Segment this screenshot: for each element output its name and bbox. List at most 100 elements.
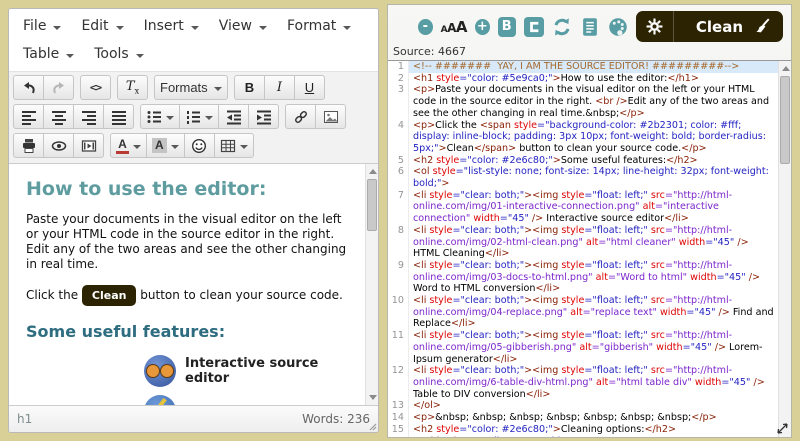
clear-formatting-button[interactable]: Tx	[117, 75, 148, 100]
code-text[interactable]: <!-- ####### YAY, I AM THE SOURCE EDITOR…	[409, 61, 791, 73]
media-icon	[81, 139, 96, 152]
element-path: h1	[17, 412, 33, 426]
scroll-down-arrow-icon[interactable]	[366, 391, 378, 404]
toolbar-row-3: A A	[12, 131, 375, 160]
line-number: 8	[388, 224, 409, 260]
clean-pill: Clean	[81, 285, 137, 306]
undo-button[interactable]	[13, 75, 44, 100]
clean-icon	[144, 395, 176, 405]
source-scrollbar-thumb[interactable]	[780, 76, 790, 164]
code-text[interactable]: <ol style="list-style: none; font-size: …	[409, 166, 791, 189]
clean-settings[interactable]	[636, 11, 674, 42]
code-line: 6 <ol style="list-style: none; font-size:…	[388, 166, 791, 190]
italic-button[interactable]: I	[264, 75, 295, 100]
code-text[interactable]: </ol>	[409, 400, 791, 412]
align-justify-button[interactable]	[103, 104, 134, 129]
preview-button[interactable]	[43, 133, 74, 158]
code-text[interactable]: <p>Paste your documents in the visual ed…	[409, 84, 791, 119]
background-color-button[interactable]: A	[146, 133, 185, 158]
palette-button[interactable]	[608, 17, 628, 37]
table-button[interactable]	[213, 133, 254, 158]
code-line: 5 <h2 style="color: #2e6c80;">Some useful…	[388, 154, 791, 167]
code-text[interactable]: <table class="editorDemoTable">	[409, 436, 791, 438]
redo-button[interactable]	[43, 75, 74, 100]
code-text[interactable]: <h2 style="color: #2e6c80;">Cleaning opt…	[409, 424, 791, 436]
line-number: 15	[388, 423, 409, 436]
list-item: HTML Cleaning	[144, 391, 352, 405]
source-code-area[interactable]: 1 <!-- ####### YAY, I AM THE SOURCE EDITO…	[388, 60, 791, 437]
media-button[interactable]	[73, 133, 104, 158]
increase-font-size-button[interactable]: +	[474, 18, 490, 35]
code-line: 14 <p>&nbsp; &nbsp; &nbsp; &nbsp; &nbsp; …	[388, 412, 791, 424]
bold-tags-button[interactable]: B	[497, 16, 516, 37]
menu-edit[interactable]: Edit	[71, 12, 133, 40]
code-text[interactable]: <li style="clear: both;"><img style="flo…	[409, 330, 791, 365]
formats-dropdown[interactable]: Formats	[154, 75, 228, 100]
link-button[interactable]	[285, 104, 316, 129]
code-text[interactable]: <li style="clear: both;"><img style="flo…	[409, 295, 791, 330]
clean-button[interactable]: Clean	[635, 11, 783, 42]
features-list: Interactive source editorHTML CleaningWo…	[144, 351, 352, 405]
refresh-button[interactable]	[552, 17, 572, 37]
source-code-button[interactable]: <>	[80, 75, 111, 100]
toolbar-row-2	[12, 102, 375, 131]
numbered-list-button[interactable]	[179, 104, 219, 129]
line-number: 11	[388, 330, 409, 366]
menu-view[interactable]: View	[209, 12, 277, 40]
code-text[interactable]: <h2 style="color: #2e6c80;">Some useful …	[409, 155, 791, 167]
document-button[interactable]	[580, 17, 600, 37]
formats-label: Formats	[160, 80, 208, 95]
text-color-button[interactable]: A	[110, 133, 147, 158]
line-number: 13	[388, 400, 409, 413]
menu-insert[interactable]: Insert	[134, 12, 209, 40]
code-text[interactable]: <h1 style="color: #5e9ca0;">How to use t…	[409, 73, 791, 85]
line-number: 12	[388, 365, 409, 401]
italic-icon: I	[276, 80, 283, 95]
menubar: File Edit Insert View Format Table Tools	[9, 9, 378, 72]
decrease-font-size-button[interactable]: -	[418, 18, 433, 35]
source-scrollbar[interactable]	[778, 61, 791, 437]
print-button[interactable]	[13, 133, 44, 158]
code-line: 10 <li style="clear: both;"><img style="f…	[388, 295, 791, 331]
clear-formatting-icon: Tx	[125, 79, 140, 96]
align-right-button[interactable]	[73, 104, 104, 129]
bullet-list-button[interactable]	[140, 104, 180, 129]
font-size-presets-button[interactable]: AAA	[441, 18, 468, 36]
code-line: 11 <li style="clear: both;"><img style="f…	[388, 330, 791, 366]
resize-grip-icon[interactable]	[367, 421, 377, 431]
code-text[interactable]: <li style="clear: both;"><img style="flo…	[409, 225, 791, 260]
clean-blocks-button[interactable]	[523, 16, 544, 37]
align-center-button[interactable]	[43, 104, 74, 129]
scroll-up-arrow-icon[interactable]	[779, 62, 791, 75]
code-text[interactable]: <li style="clear: both;"><img style="flo…	[409, 365, 791, 400]
line-number: 9	[388, 259, 409, 296]
indent-button[interactable]	[248, 104, 279, 129]
underline-button[interactable]: U	[294, 75, 325, 100]
visual-editor-content[interactable]: How to use the editor: Paste your docume…	[9, 164, 378, 405]
content-heading: How to use the editor:	[26, 178, 267, 200]
left-scrollbar-thumb[interactable]	[367, 179, 377, 231]
scroll-up-arrow-icon[interactable]	[366, 165, 378, 178]
image-button[interactable]	[315, 104, 346, 129]
code-text[interactable]: <p>Click the <span style="background-col…	[409, 120, 791, 155]
menu-format[interactable]: Format	[277, 12, 361, 40]
align-left-button[interactable]	[13, 104, 44, 129]
menu-file[interactable]: File	[13, 12, 71, 40]
chevron-down-icon	[239, 145, 248, 153]
menu-tools[interactable]: Tools	[84, 40, 154, 68]
menu-table[interactable]: Table	[13, 40, 84, 68]
outdent-button[interactable]	[218, 104, 249, 129]
line-number: 5	[388, 154, 409, 167]
align-right-icon	[81, 110, 96, 125]
code-text[interactable]: <p>&nbsp; &nbsp; &nbsp; &nbsp; &nbsp; &n…	[409, 412, 791, 424]
source-resize-grip-icon[interactable]	[777, 423, 788, 434]
bold-button[interactable]: B	[234, 75, 265, 100]
line-number: 2	[388, 72, 409, 85]
code-text[interactable]: <li style="clear: both;"><img style="flo…	[409, 190, 791, 225]
align-center-icon	[51, 110, 66, 125]
emoticons-button[interactable]	[183, 133, 215, 158]
line-number: 10	[388, 295, 409, 331]
smiley-icon	[192, 138, 207, 153]
code-text[interactable]: <li style="clear: both;"><img style="flo…	[409, 260, 791, 295]
left-scrollbar[interactable]	[365, 164, 378, 405]
